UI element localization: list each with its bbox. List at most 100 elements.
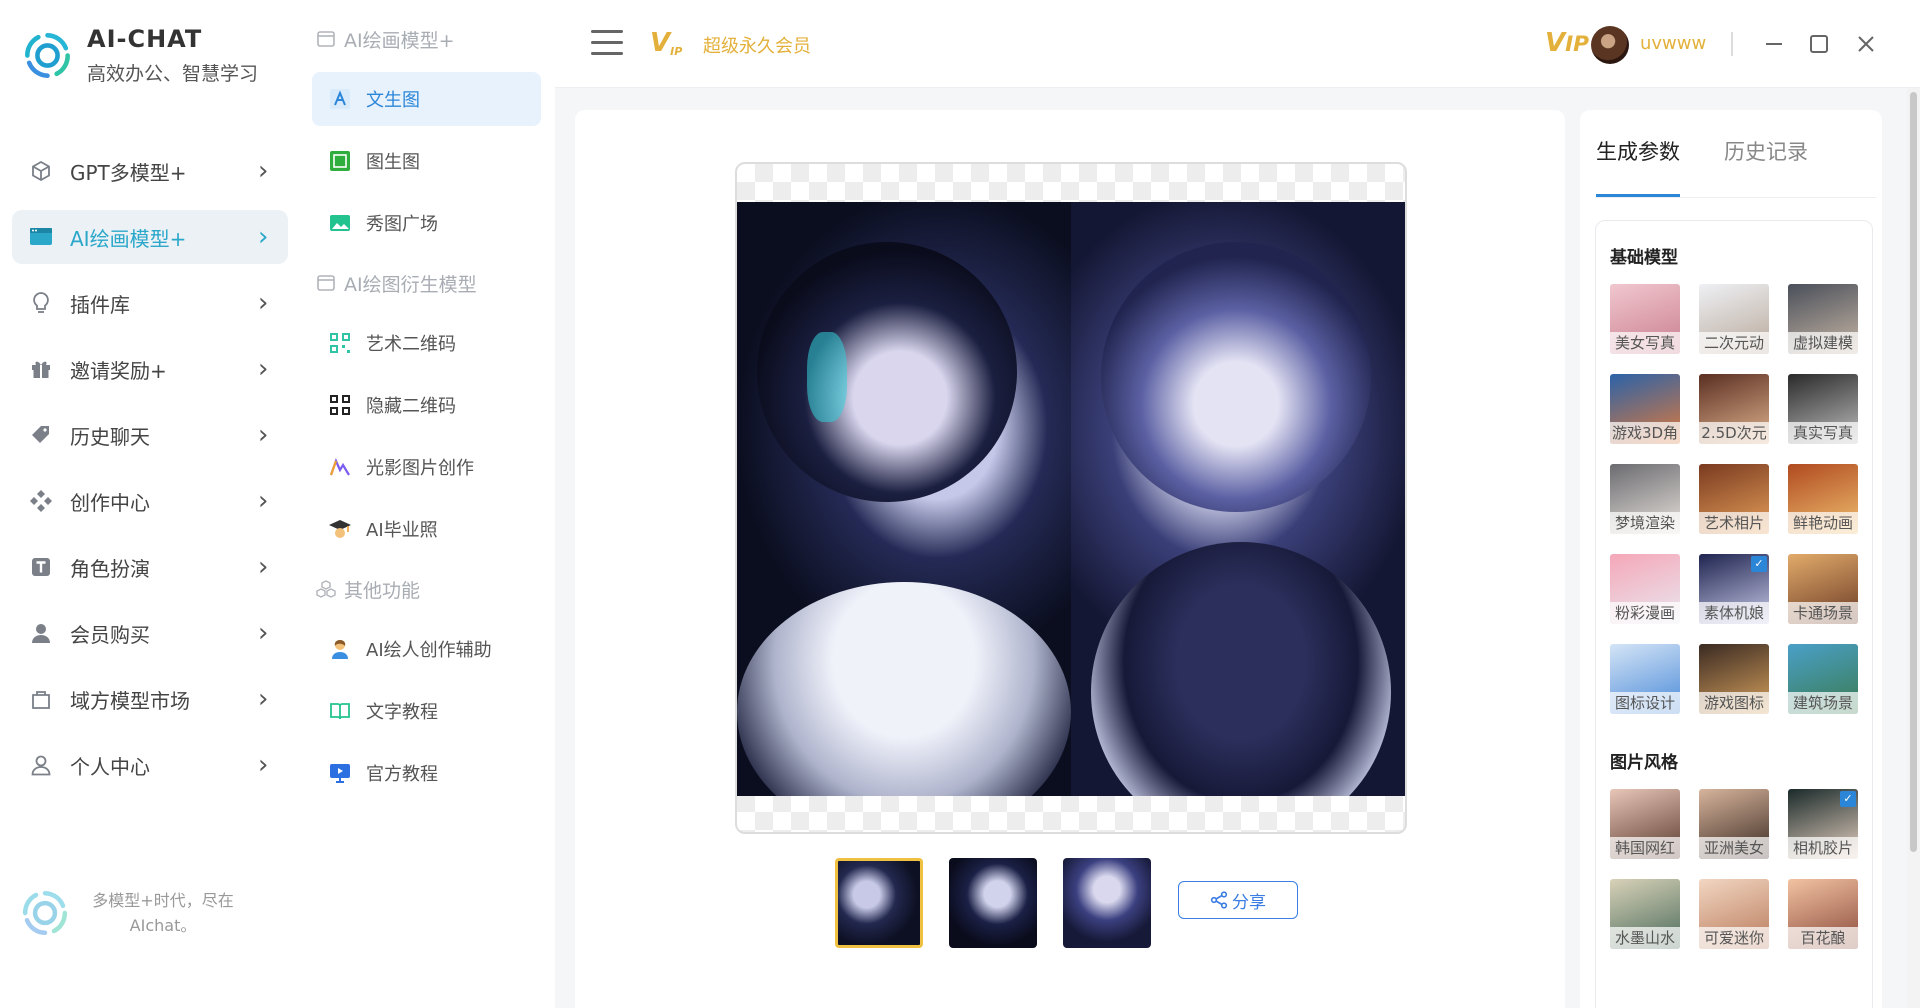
menu-toggle-icon[interactable] [591,30,623,56]
window-icon [316,274,336,292]
model-option[interactable]: 真实写真 [1788,374,1858,444]
sidebar-footer: 多模型+时代，尽在AIchat。 [18,886,238,940]
section-title: 基础模型 [1610,248,1678,268]
graduation-cap-icon [328,517,352,541]
nav-label: 个人中心 [70,754,150,779]
model-label: 鲜艳动画 [1788,512,1858,534]
book-icon [328,699,352,723]
share-button[interactable]: 分享 [1178,881,1298,919]
username[interactable]: uvwww [1640,33,1706,54]
model-option[interactable]: 游戏图标 [1699,644,1769,714]
image-preview[interactable] [735,162,1407,834]
close-icon[interactable] [1850,28,1882,60]
model-option[interactable]: 韩国网红 [1610,789,1680,859]
model-label: 图标设计 [1610,692,1680,714]
vip-icon: VIP [650,28,683,58]
check-icon: ✓ [1751,556,1767,572]
model-label: 百花酿 [1788,927,1858,949]
chevron-right-icon: › [258,222,269,252]
model-option[interactable]: 百花酿 [1788,879,1858,949]
model-label: 2.5D次元 [1699,422,1769,444]
image-icon [328,149,352,173]
cube-icon [28,158,54,184]
model-label: 游戏图标 [1699,692,1769,714]
nav-plugins[interactable]: 插件库 › [12,276,288,330]
model-option[interactable]: 粉彩漫画 [1610,554,1680,624]
user-icon [28,752,54,778]
nav-creation[interactable]: 创作中心 › [12,474,288,528]
qrcode-icon [328,331,352,355]
qrcode-icon [328,393,352,417]
vip-label[interactable]: 超级永久会员 [703,32,811,58]
model-option[interactable]: 卡通场景 [1788,554,1858,624]
thumbnail[interactable] [949,858,1037,948]
model-label: 相机胶片 [1788,837,1858,859]
model-option[interactable]: 可爱迷你 [1699,879,1769,949]
chevron-right-icon: › [258,618,269,648]
submenu-group-title: 其他功能 [300,564,555,614]
submenu-gallery[interactable]: 秀图广场 [312,196,541,250]
submenu-image-to-image[interactable]: 图生图 [312,134,541,188]
avatar[interactable] [1591,26,1629,64]
nav-roleplay[interactable]: 角色扮演 › [12,540,288,594]
nav-history[interactable]: 历史聊天 › [12,408,288,462]
submenu-art-qrcode[interactable]: 艺术二维码 [312,316,541,370]
vip-icon: VIP [1545,28,1590,58]
thumbnail[interactable] [835,858,923,948]
model-option[interactable]: 二次元动 [1699,284,1769,354]
thumbnail[interactable] [1063,858,1151,948]
tab-history[interactable]: 历史记录 [1724,136,1808,197]
nav-profile[interactable]: 个人中心 › [12,738,288,792]
submenu-graduation-photo[interactable]: AI毕业照 [312,502,541,556]
submenu-hidden-qrcode[interactable]: 隐藏二维码 [312,378,541,432]
nav-label: 插件库 [70,292,130,317]
nav-model-market[interactable]: 域方模型市场 › [12,672,288,726]
model-option[interactable]: 鲜艳动画 [1788,464,1858,534]
tab-generate-params[interactable]: 生成参数 [1596,136,1680,197]
model-option[interactable]: ✓ 素体机娘 [1699,554,1769,624]
minimize-icon[interactable] [1758,28,1790,60]
brand: AI-CHAT 高效办公、智慧学习 [20,25,258,86]
model-option[interactable]: 梦境渲染 [1610,464,1680,534]
model-label: 真实写真 [1788,422,1858,444]
nav-label: 邀请奖励+ [70,358,167,383]
model-option[interactable]: 美女写真 [1610,284,1680,354]
thumbnail-strip [835,858,1177,948]
model-label: 建筑场景 [1788,692,1858,714]
lightbulb-icon [28,290,54,316]
gift-icon [28,356,54,382]
nav-membership[interactable]: 会员购买 › [12,606,288,660]
submenu: AI绘画模型+ 文生图 图生图 秀图广场 AI绘图衍生模型 艺术二维码 隐藏二维… [300,0,555,1008]
submenu-text-to-image[interactable]: 文生图 [312,72,541,126]
grid-icon [28,488,54,514]
model-option[interactable]: 建筑场景 [1788,644,1858,714]
cubes-icon [316,580,336,598]
nav-ai-drawing[interactable]: AI绘画模型+ › [12,210,288,264]
model-option[interactable]: 艺术相片 [1699,464,1769,534]
model-option[interactable]: 2.5D次元 [1699,374,1769,444]
model-option[interactable]: 亚洲美女 [1699,789,1769,859]
params-card: 基础模型 美女写真 二次元动 虚拟建模游戏3D角 2.5D次元 真实写真梦境渲染 艺术相片… [1595,220,1873,1008]
model-label: 素体机娘 [1699,602,1769,624]
main-content: 分享 [575,110,1565,1008]
nav-invite[interactable]: 邀请奖励+ › [12,342,288,396]
footer-slogan: 多模型+时代，尽在AIchat。 [92,891,234,935]
submenu-creation-assist[interactable]: AI绘人创作辅助 [312,622,541,676]
nav-gpt-models[interactable]: GPT多模型+ › [12,144,288,198]
maximize-icon[interactable] [1803,28,1835,60]
submenu-text-tutorial[interactable]: 文字教程 [312,684,541,738]
submenu-official-tutorial[interactable]: 官方教程 [312,746,541,800]
submenu-group-title: AI绘画模型+ [300,14,555,64]
model-option[interactable]: ✓ 相机胶片 [1788,789,1858,859]
scrollbar[interactable] [1907,88,1920,1008]
scrollbar-thumb[interactable] [1910,92,1917,852]
section-title: 图片风格 [1610,753,1678,773]
submenu-light-shadow[interactable]: 光影图片创作 [312,440,541,494]
model-option[interactable]: 虚拟建模 [1788,284,1858,354]
t-box-icon [28,554,54,580]
sidebar: AI-CHAT 高效办公、智慧学习 GPT多模型+ › AI绘画模型+ › 插件… [0,0,300,1008]
model-option[interactable]: 游戏3D角 [1610,374,1680,444]
model-option[interactable]: 图标设计 [1610,644,1680,714]
model-label: 美女写真 [1610,332,1680,354]
model-option[interactable]: 水墨山水 [1610,879,1680,949]
